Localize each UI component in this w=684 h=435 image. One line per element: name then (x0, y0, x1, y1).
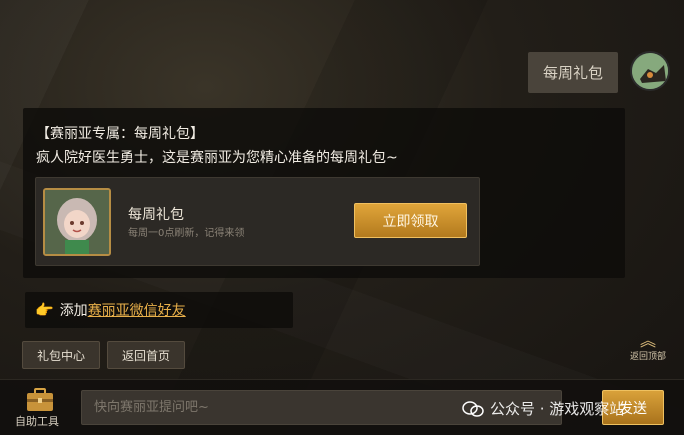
add-wechat-bar: 👉 添加 赛丽亚微信好友 (25, 292, 293, 328)
gift-subtitle: 每周一0点刷新，记得来领 (128, 228, 245, 239)
wechat-official-icon (462, 400, 484, 417)
seria-avatar (43, 188, 111, 256)
user-avatar (630, 51, 670, 91)
gift-center-label: 礼包中心 (36, 348, 85, 363)
seria-portrait-icon (45, 190, 109, 254)
briefcase-icon (27, 388, 53, 411)
self-service-tools-label[interactable]: 自助工具 (15, 413, 59, 429)
back-to-top-button[interactable]: ︽ 返回顶部 (628, 333, 668, 365)
toolbox-icon[interactable] (26, 388, 54, 412)
gift-center-button[interactable]: 礼包中心 (22, 341, 100, 369)
add-wechat-link[interactable]: 赛丽亚微信好友 (88, 300, 186, 320)
return-home-button[interactable]: 返回首页 (107, 341, 185, 369)
wechat-watermark: 公众号 · 游戏观察站 (462, 398, 624, 419)
user-message-bubble: 每周礼包 (528, 52, 618, 93)
bot-message-title: 【赛丽亚专属：每周礼包】 (36, 126, 204, 142)
add-wechat-prefix: 添加 (59, 303, 88, 319)
back-to-top-label: 返回顶部 (629, 352, 666, 362)
watermark-text: 公众号 · 游戏观察站 (490, 400, 625, 418)
claim-now-label: 立即领取 (382, 213, 439, 230)
user-message-text: 每周礼包 (542, 64, 603, 82)
gift-name: 每周礼包 (128, 207, 184, 223)
return-home-label: 返回首页 (121, 348, 170, 363)
pointing-hand-icon: 👉 (35, 301, 54, 319)
chevron-up-icon: ︽ (639, 331, 656, 350)
bot-message-text: 疯人院好医生勇士，这是赛丽亚为您精心准备的每周礼包~ (36, 150, 398, 166)
claim-now-button[interactable]: 立即领取 (354, 203, 467, 238)
